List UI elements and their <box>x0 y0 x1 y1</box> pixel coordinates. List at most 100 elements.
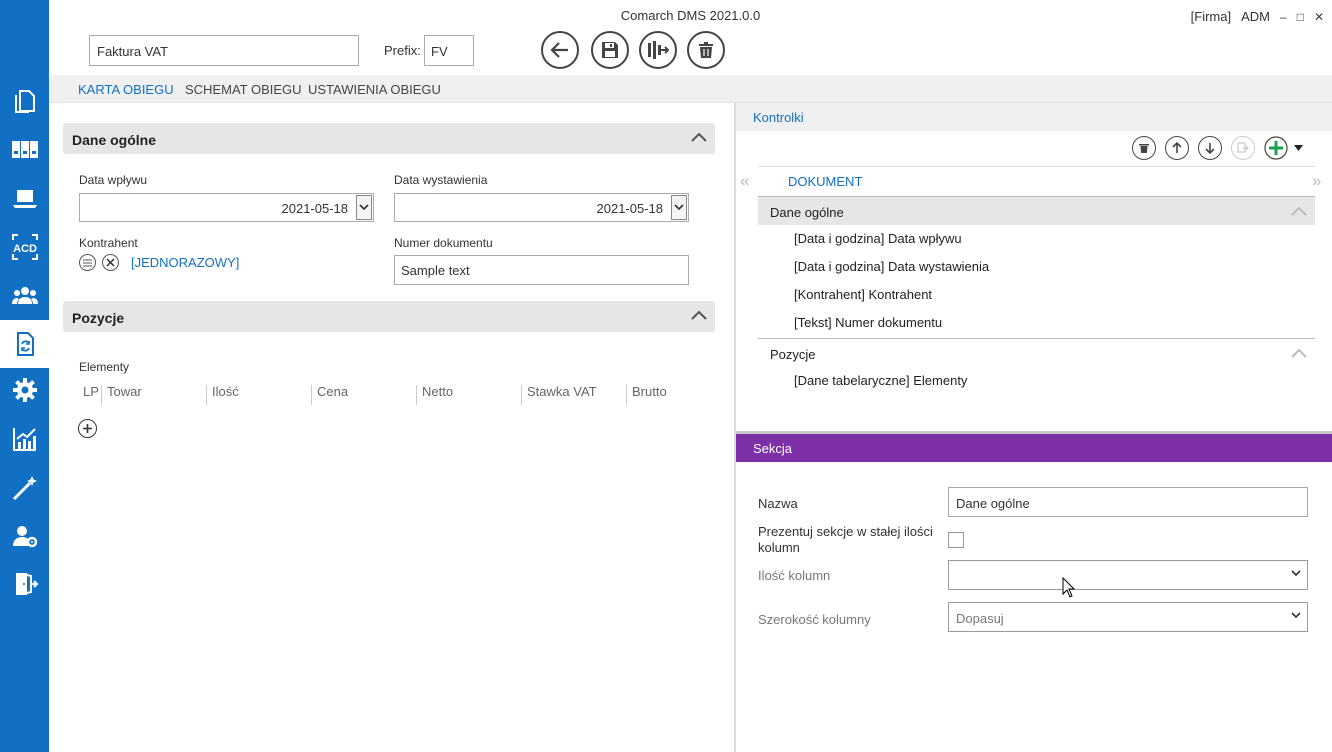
column-width-select[interactable]: Dopasuj <box>948 602 1308 632</box>
app-title: Comarch DMS 2021.0.0 <box>620 8 761 23</box>
arrow-up-icon <box>1172 142 1182 153</box>
column-header-towar[interactable]: Towar <box>101 385 142 405</box>
save-button[interactable] <box>591 31 629 69</box>
sidebar-item-workflow[interactable] <box>0 320 49 368</box>
issue-date-value: 2021-05-18 <box>596 201 664 216</box>
column-width-value: Dopasuj <box>956 611 1004 626</box>
mouse-cursor-icon <box>1062 577 1076 598</box>
controls-panel-header: Kontrolki <box>736 103 1332 131</box>
arrow-left-icon <box>550 42 568 58</box>
company-label[interactable]: [Firma] <box>1191 9 1231 24</box>
tab-dokument[interactable]: DOKUMENT <box>788 174 862 189</box>
doc-number-input[interactable]: Sample text <box>394 255 689 285</box>
column-header-brutto[interactable]: Brutto <box>626 385 667 405</box>
copy-control-button[interactable] <box>1231 136 1255 160</box>
section-name-input[interactable]: Dane ogólne <box>948 487 1308 517</box>
fixed-columns-checkbox[interactable] <box>948 532 964 548</box>
prefix-label: Prefix: <box>384 43 421 58</box>
binders-icon <box>11 141 38 158</box>
plus-icon <box>83 424 92 433</box>
column-header-stawka-vat[interactable]: Stawka VAT <box>521 385 597 405</box>
contractor-clear-button[interactable] <box>102 254 119 271</box>
issue-date-dropdown[interactable] <box>671 195 687 220</box>
minimize-button[interactable]: – <box>1280 10 1287 24</box>
close-button[interactable]: ✕ <box>1314 10 1324 24</box>
contractor-link[interactable]: [JEDNORAZOWY] <box>131 255 239 270</box>
contractor-list-button[interactable] <box>79 254 96 271</box>
section-pozycje-header[interactable]: Pozycje <box>63 301 715 332</box>
sidebar-item-reports[interactable] <box>0 415 49 463</box>
chevron-down-icon <box>359 204 369 211</box>
tree-section-dane-ogolne[interactable]: Dane ogólne <box>758 196 1315 225</box>
caret-down-icon[interactable] <box>1294 145 1303 151</box>
tree-item[interactable]: [Dane tabelaryczne] Elementy <box>794 373 967 388</box>
column-header-cena[interactable]: Cena <box>311 385 348 405</box>
column-count-label: Ilość kolumn <box>758 568 831 583</box>
floppy-disk-icon <box>602 42 618 58</box>
tree-section-pozycje[interactable]: Pozycje <box>758 338 1315 367</box>
sidebar-item-documents[interactable] <box>0 76 49 124</box>
tab-karta-obiegu[interactable]: KARTA OBIEGU <box>78 82 174 97</box>
tree-item[interactable]: [Tekst] Numer dokumentu <box>794 315 942 330</box>
delete-control-button[interactable] <box>1132 136 1156 160</box>
delete-button[interactable] <box>687 31 725 69</box>
column-header-lp[interactable]: LP <box>78 385 99 405</box>
elements-label: Elementy <box>79 360 130 374</box>
section-properties-header: Sekcja <box>736 434 1332 462</box>
sidebar-item-acd[interactable]: ACD <box>0 223 49 271</box>
sidebar-item-settings[interactable] <box>0 366 49 414</box>
controls-panel: Kontrolki « » DOKUMENT Dane ogólne [Data… <box>736 103 1332 433</box>
chevron-up-icon[interactable] <box>1291 348 1307 358</box>
section-name-label: Nazwa <box>758 496 798 511</box>
column-header-ilosc[interactable]: Ilość <box>206 385 239 405</box>
tab-ustawienia-obiegu[interactable]: USTAWIENIA OBIEGU <box>308 82 441 97</box>
save-and-close-button[interactable] <box>639 31 677 69</box>
column-count-select[interactable] <box>948 560 1308 590</box>
magic-wand-icon <box>12 476 37 501</box>
move-down-button[interactable] <box>1198 136 1222 160</box>
sidebar-item-user-settings[interactable] <box>0 512 49 560</box>
reports-chart-icon <box>12 428 36 451</box>
sidebar-item-logout[interactable] <box>0 560 49 608</box>
receipt-date-label: Data wpływu <box>79 173 148 187</box>
scroll-right-icon[interactable]: » <box>1312 171 1321 191</box>
contractor-label: Kontrahent <box>79 236 138 250</box>
users-icon <box>11 287 38 304</box>
chevron-down-icon <box>674 204 684 211</box>
scroll-left-icon[interactable]: « <box>740 171 749 191</box>
list-icon <box>83 259 92 266</box>
tree-item[interactable]: [Kontrahent] Kontrahent <box>794 287 932 302</box>
trash-icon <box>699 42 713 58</box>
chevron-up-icon[interactable] <box>691 309 707 321</box>
tab-schemat-obiegu[interactable]: SCHEMAT OBIEGU <box>185 82 302 97</box>
prefix-input[interactable]: FV <box>424 35 474 66</box>
sidebar-item-laptop[interactable] <box>0 174 49 222</box>
receipt-date-value: 2021-05-18 <box>281 201 349 216</box>
tree-section-title: Pozycje <box>770 347 816 362</box>
move-up-button[interactable] <box>1165 136 1189 160</box>
sidebar-item-wizard[interactable] <box>0 464 49 512</box>
maximize-button[interactable]: □ <box>1297 10 1304 24</box>
receipt-date-field[interactable]: 2021-05-18 <box>79 193 374 222</box>
document-type-name-input[interactable]: Faktura VAT <box>89 35 359 66</box>
user-label[interactable]: ADM <box>1241 9 1270 24</box>
tree-section-title: Dane ogólne <box>770 205 844 220</box>
trash-icon <box>1139 144 1149 153</box>
column-header-netto[interactable]: Netto <box>416 385 453 405</box>
sidebar-item-users[interactable] <box>0 272 49 320</box>
back-button[interactable] <box>541 31 579 69</box>
chevron-up-icon[interactable] <box>691 131 707 143</box>
section-dane-ogolne-header[interactable]: Dane ogólne <box>63 123 715 154</box>
save-exit-icon <box>648 41 670 59</box>
laptop-icon <box>12 190 37 208</box>
tree-item[interactable]: [Data i godzina] Data wystawienia <box>794 259 989 274</box>
sidebar-item-binders[interactable] <box>0 125 49 173</box>
user-settings-icon <box>12 526 37 548</box>
receipt-date-dropdown[interactable] <box>356 195 372 220</box>
add-control-button[interactable] <box>1264 136 1288 160</box>
section-title: Dane ogólne <box>72 132 157 148</box>
issue-date-field[interactable]: 2021-05-18 <box>394 193 689 222</box>
chevron-up-icon[interactable] <box>1291 206 1307 216</box>
add-row-button[interactable] <box>78 419 97 438</box>
tree-item[interactable]: [Data i godzina] Data wpływu <box>794 231 962 246</box>
